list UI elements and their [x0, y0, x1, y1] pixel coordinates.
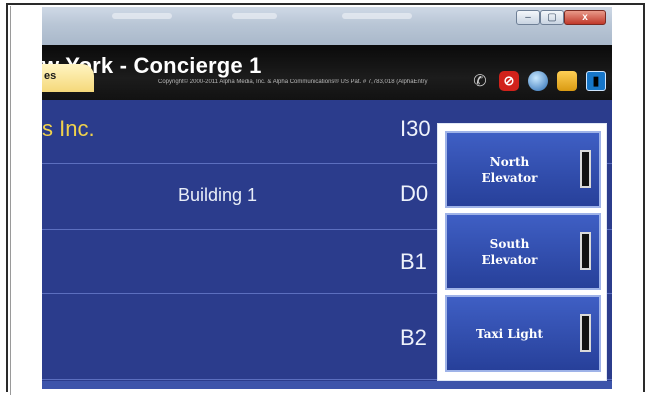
status-indicator [580, 232, 591, 270]
device-control-panel: North Elevator South Elevator Taxi Light [438, 124, 606, 380]
frame-rule [10, 6, 11, 395]
unit-code: I30 [400, 116, 431, 141]
south-elevator-label: South Elevator [481, 236, 538, 267]
close-button[interactable]: x [564, 10, 606, 25]
north-elevator-label: North Elevator [481, 154, 538, 185]
status-indicator [580, 150, 591, 188]
south-elevator-button[interactable]: South Elevator [445, 213, 601, 290]
title-bar-blur [342, 13, 412, 19]
title-bar-blur [112, 13, 172, 19]
unit-code: D0 [400, 181, 429, 206]
toolbar: ✆ ⊘ ▮ [470, 71, 606, 91]
phone-icon[interactable]: ✆ [470, 71, 490, 91]
unit-code: B1 [400, 249, 427, 274]
window-controls: – ▢ x [516, 10, 606, 25]
globe-icon[interactable] [528, 71, 548, 91]
box-icon[interactable] [557, 71, 577, 91]
taxi-light-label: Taxi Light [475, 326, 544, 341]
stop-icon[interactable]: ⊘ [499, 71, 519, 91]
building-name: Building 1 [178, 185, 258, 205]
concierge-app-window: – ▢ x w York - Concierge 1 Copyright© 20… [42, 7, 612, 389]
window-title-bar: – ▢ x [42, 7, 612, 45]
status-indicator [580, 314, 591, 352]
tab-directory[interactable]: es [42, 64, 94, 92]
unit-code: B2 [400, 325, 427, 350]
door-icon[interactable]: ▮ [586, 71, 606, 91]
taxi-light-button[interactable]: Taxi Light [445, 295, 601, 372]
north-elevator-button[interactable]: North Elevator [445, 131, 601, 208]
list-row-partial [42, 381, 612, 389]
minimize-button[interactable]: – [516, 10, 540, 25]
maximize-button[interactable]: ▢ [540, 10, 564, 25]
title-bar-blur [232, 13, 277, 19]
tenant-name: s Inc. [42, 116, 95, 141]
